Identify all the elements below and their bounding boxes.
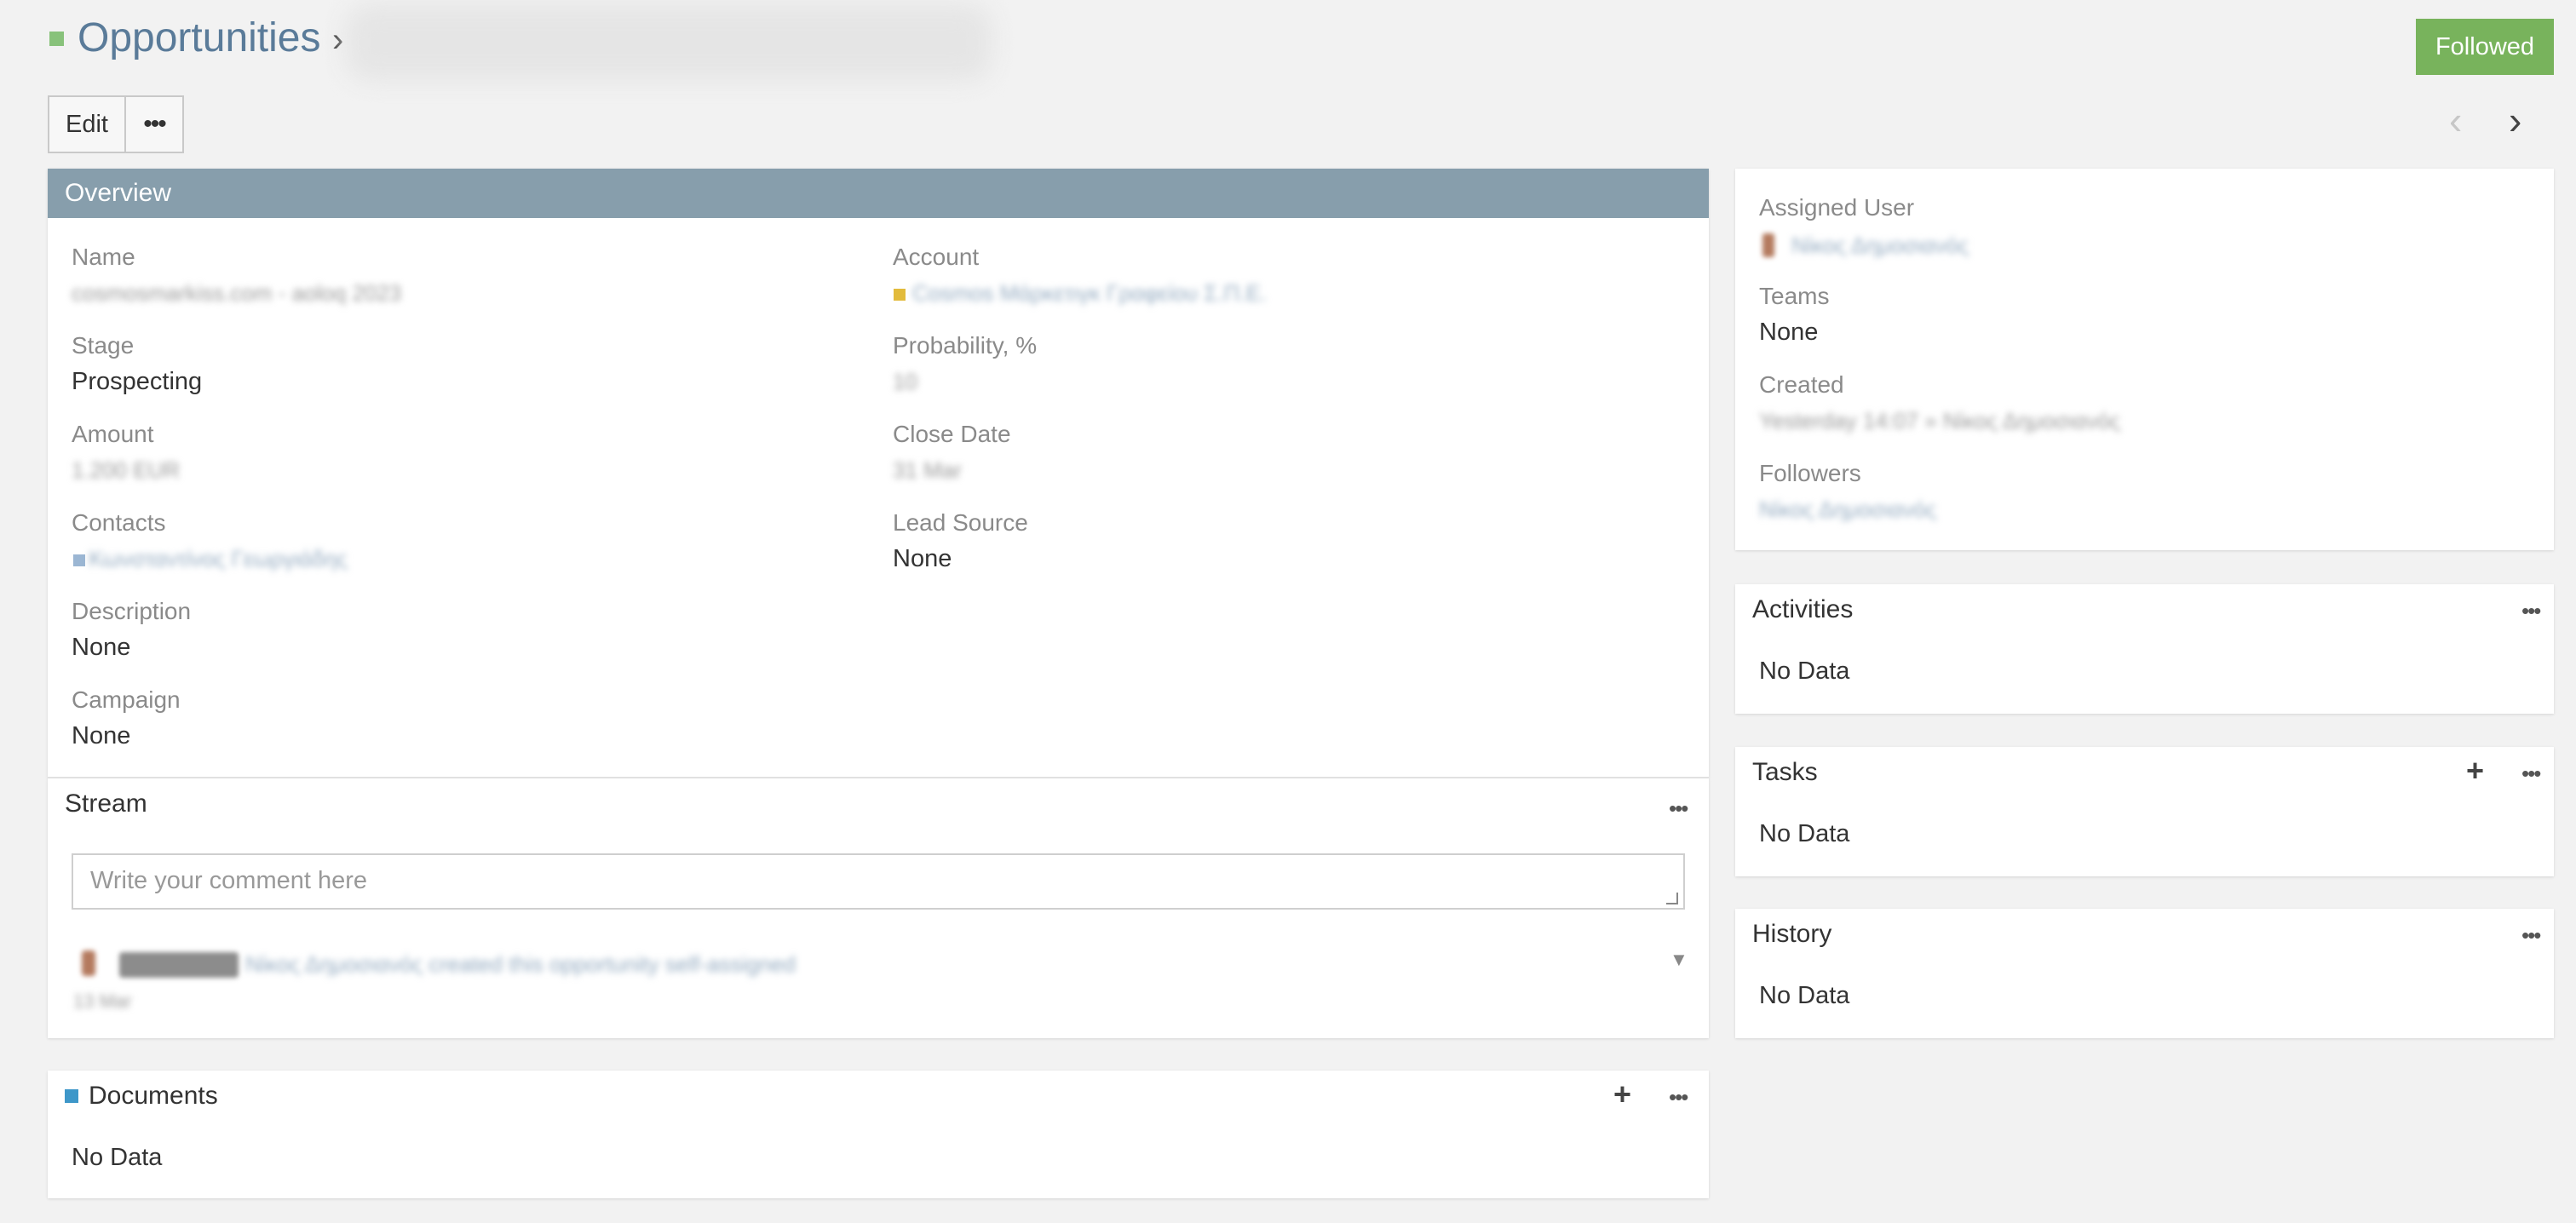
- activities-menu-icon[interactable]: •••: [2521, 600, 2541, 622]
- created-value: Yesterday 14:07 » Νίκος Δημοσιανός: [1759, 408, 2120, 434]
- breadcrumb-chevron-icon: ›: [332, 21, 344, 59]
- activities-heading: Activities: [1752, 595, 1854, 623]
- probability-label: Probability, %: [893, 332, 1038, 359]
- stage-label: Stage: [72, 332, 135, 359]
- documents-color-square: [65, 1089, 78, 1103]
- contact-link[interactable]: Κωνσταντίνος Γεωργιάδης: [89, 546, 348, 572]
- assigned-user-label: Assigned User: [1759, 194, 1915, 221]
- overview-heading: Overview: [48, 169, 1709, 218]
- teams-label: Teams: [1759, 283, 1830, 309]
- followers-link[interactable]: Νίκος Δημοσιανός: [1759, 497, 1936, 523]
- documents-panel: Documents + ••• No Data: [48, 1071, 1709, 1198]
- stream-panel: Stream ••• Write your comment here Νίκος…: [48, 778, 1709, 1038]
- tasks-heading: Tasks: [1752, 758, 1818, 786]
- followers-label: Followers: [1759, 460, 1861, 486]
- documents-empty-text: No Data: [72, 1144, 163, 1171]
- amount-label: Amount: [72, 421, 154, 447]
- account-color-square: [894, 289, 906, 301]
- probability-value: 10: [893, 369, 917, 394]
- name-value: cosmosmarkiss.com - aoloq 2023: [72, 280, 402, 306]
- description-value: None: [72, 634, 131, 661]
- tasks-panel: Tasks + ••• No Data: [1735, 747, 2554, 876]
- stream-entry-time: 13 Mar: [73, 990, 132, 1012]
- assigned-user-link[interactable]: Νίκος Δημοσιανός: [1791, 233, 1969, 259]
- history-menu-icon[interactable]: •••: [2521, 924, 2541, 946]
- documents-heading: Documents: [89, 1082, 218, 1110]
- record-action-group: Edit •••: [48, 95, 184, 153]
- account-label: Account: [893, 244, 980, 270]
- overview-panel: Overview Name cosmosmarkiss.com - aoloq …: [48, 169, 1709, 778]
- chevron-down-icon[interactable]: ▼: [1670, 949, 1688, 971]
- add-document-icon[interactable]: +: [1613, 1079, 1631, 1110]
- contact-color-square: [73, 554, 85, 566]
- activities-empty-text: No Data: [1759, 657, 1850, 685]
- stage-value: Prospecting: [72, 368, 203, 395]
- lead-source-label: Lead Source: [893, 509, 1028, 536]
- record-title-redacted: [345, 4, 992, 81]
- name-label: Name: [72, 244, 135, 270]
- amount-value: 1.200 EUR: [72, 457, 181, 483]
- history-panel: History ••• No Data: [1735, 909, 2554, 1038]
- previous-record-icon[interactable]: ‹: [2449, 100, 2462, 140]
- resize-handle-icon[interactable]: [1666, 893, 1678, 904]
- followed-button[interactable]: Followed: [2416, 19, 2554, 75]
- contacts-label: Contacts: [72, 509, 166, 536]
- teams-value: None: [1759, 319, 1819, 346]
- description-label: Description: [72, 598, 192, 624]
- documents-menu-icon[interactable]: •••: [1669, 1086, 1688, 1108]
- campaign-label: Campaign: [72, 686, 181, 713]
- close-date-value: 31 Mar: [893, 457, 962, 483]
- stream-heading: Stream: [65, 789, 147, 818]
- tasks-empty-text: No Data: [1759, 820, 1850, 847]
- created-label: Created: [1759, 371, 1844, 398]
- entity-color-square: [49, 32, 64, 46]
- close-date-label: Close Date: [893, 421, 1011, 447]
- lead-source-value: None: [893, 545, 952, 572]
- comment-input[interactable]: Write your comment here: [72, 853, 1685, 910]
- activities-panel: Activities ••• No Data: [1735, 584, 2554, 714]
- status-badge: [119, 952, 239, 978]
- assigned-user-avatar: [1762, 233, 1774, 257]
- campaign-value: None: [72, 722, 131, 749]
- more-actions-button[interactable]: •••: [126, 97, 182, 152]
- stream-entry-text[interactable]: Νίκος Δημοσιανός created this opportunit…: [245, 951, 796, 978]
- next-record-icon[interactable]: ›: [2509, 100, 2521, 140]
- add-task-icon[interactable]: +: [2466, 755, 2484, 786]
- comment-placeholder: Write your comment here: [90, 867, 368, 894]
- tasks-menu-icon[interactable]: •••: [2521, 762, 2541, 784]
- avatar: [82, 950, 95, 976]
- edit-button[interactable]: Edit: [49, 97, 126, 152]
- page-title-link[interactable]: Opportunities: [78, 14, 321, 63]
- stream-menu-icon[interactable]: •••: [1669, 797, 1688, 819]
- side-info-panel: Assigned User Νίκος Δημοσιανός Teams Non…: [1735, 169, 2554, 550]
- history-heading: History: [1752, 920, 1832, 948]
- account-link[interactable]: Cosmos Μάρκετιγκ Γραφείου Σ.Π.Ε.: [912, 280, 1267, 307]
- history-empty-text: No Data: [1759, 982, 1850, 1009]
